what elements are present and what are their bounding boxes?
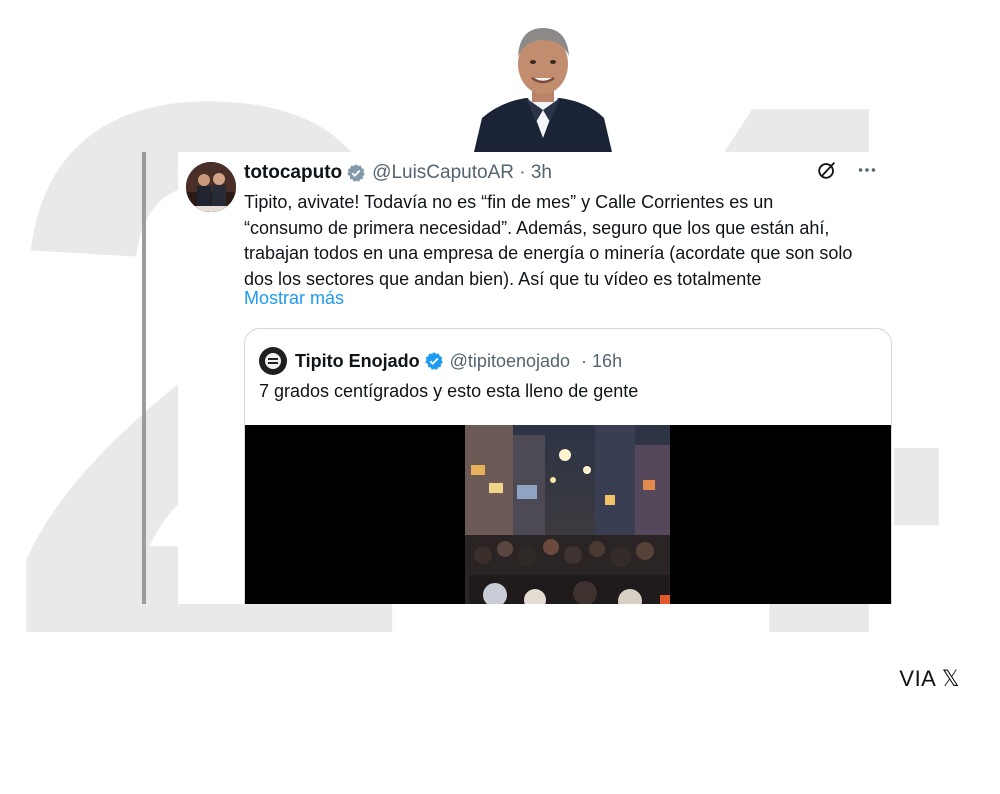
slash-circle-icon[interactable] [816, 159, 838, 187]
verified-badge-icon [424, 351, 444, 371]
time-separator: · [519, 162, 526, 183]
quoted-tweet-time[interactable]: 16h [592, 351, 622, 371]
quoted-author-name[interactable]: Tipito Enojado [295, 351, 420, 372]
x-logo-icon: 𝕏 [941, 666, 960, 691]
author-handle[interactable]: @LuisCaputoAR [372, 162, 514, 184]
avatar[interactable] [186, 162, 236, 212]
video-player[interactable] [245, 425, 891, 604]
via-credit: VIA 𝕏 [899, 666, 960, 692]
video-thumbnail [465, 425, 670, 604]
show-more-link[interactable]: Mostrar más [244, 288, 344, 309]
tweet-text-line: “consumo de primera necesidad”. Además, … [244, 217, 830, 238]
quoted-avatar[interactable] [259, 347, 287, 375]
tweet-text-line: trabajan todos en una empresa de energía… [244, 243, 853, 263]
tweet-card: totocaputo @LuisCaputoAR · 3h Tipito, av… [178, 152, 894, 604]
author-name[interactable]: totocaputo [244, 162, 342, 184]
tweet-text-line: Tipito, avivate! Todavía no es “fin de m… [244, 192, 774, 212]
quoted-tweet[interactable]: Tipito Enojado @tipitoenojado · 16h 7 gr… [244, 328, 892, 604]
tweet-header: totocaputo @LuisCaputoAR · 3h [244, 160, 878, 186]
tweet-time[interactable]: 3h [531, 162, 552, 183]
tweet-text: Tipito, avivate! Todavía no es “fin de m… [244, 190, 892, 292]
quoted-tweet-text: 7 grados centígrados y esto esta lleno d… [259, 381, 639, 401]
left-accent-bar [142, 152, 146, 604]
more-dots-icon[interactable] [856, 159, 878, 187]
time-separator: · [581, 350, 588, 371]
quoted-tweet-header: Tipito Enojado @tipitoenojado · 16h [259, 347, 622, 375]
quoted-author-handle[interactable]: @tipitoenojado [450, 351, 570, 372]
verified-badge-icon [346, 163, 366, 183]
portrait-photo [470, 18, 616, 152]
via-label: VIA [899, 666, 936, 691]
